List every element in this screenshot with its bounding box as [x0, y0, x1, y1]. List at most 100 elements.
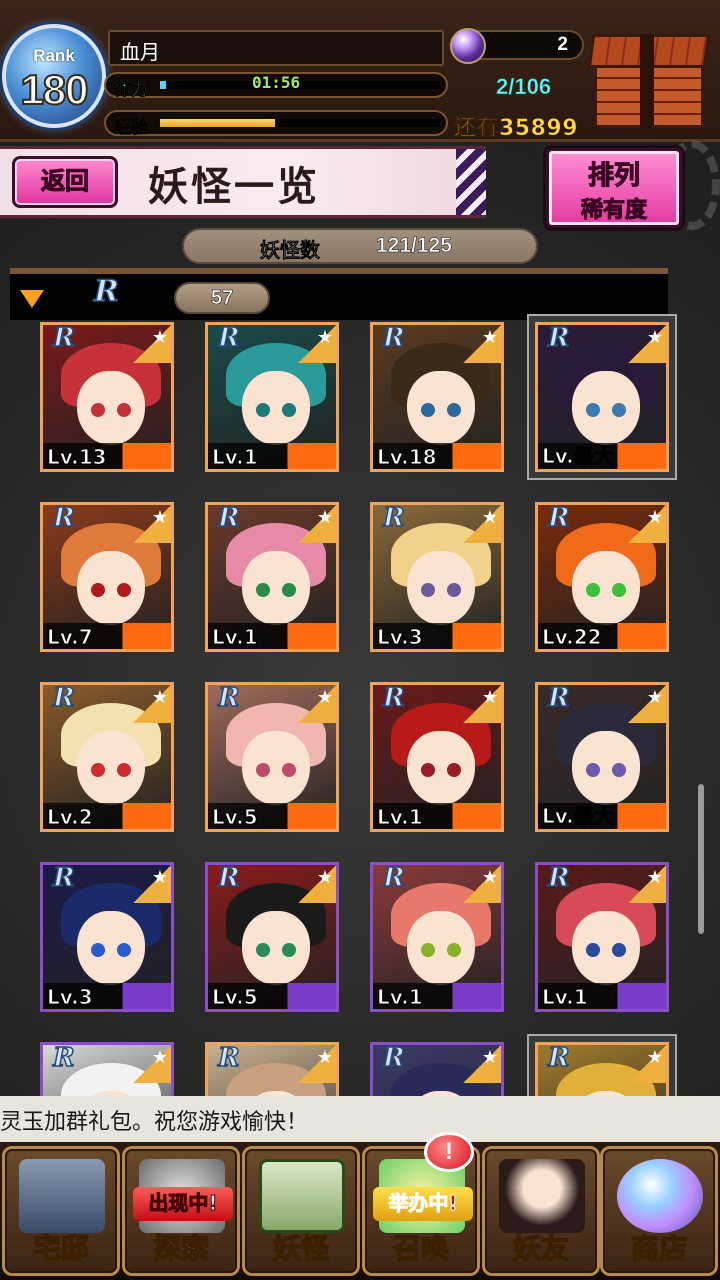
yokai-card[interactable]: ★ R Lv.3 [370, 502, 504, 652]
card-level: Lv.5 [212, 985, 259, 1010]
portrait-eye [421, 763, 435, 777]
ticker-text: 灵玉加群礼包。祝您游戏愉快！ [0, 1110, 309, 1135]
yokai-card[interactable]: ★ R Lv.22 [535, 502, 669, 652]
back-button[interactable]: 返回 [12, 156, 118, 208]
title-stripe [456, 149, 486, 215]
card-level: Lv.最大 [542, 804, 615, 829]
star-icon: ★ [151, 687, 168, 708]
yokai-capacity: 2/106 [496, 74, 552, 100]
yokai-card[interactable]: ★ R Lv.1 [535, 862, 669, 1012]
bottom-nav: 宅邸 出现中! 探索 妖怪 举办中! 召唤 妖友 商店 [0, 1142, 720, 1280]
treasure-chest-icon[interactable] [587, 34, 711, 128]
nav-label: 妖友 [512, 1231, 570, 1266]
friend-avatar-icon [499, 1159, 585, 1233]
card-level: Lv.22 [542, 625, 603, 650]
rarity-r-icon: R [382, 1043, 405, 1074]
stamina-timer: 01:56 [252, 73, 301, 92]
star-icon: ★ [481, 867, 498, 888]
portrait-face [242, 731, 310, 805]
portrait-face [242, 551, 310, 625]
rarity-r-icon: R [547, 323, 570, 354]
portrait-eye [91, 763, 105, 777]
exp-fill [160, 119, 275, 127]
nav-yokai[interactable]: 妖怪 [242, 1146, 360, 1276]
card-level: Lv.13 [47, 445, 108, 470]
rarity-r-icon: R [547, 1043, 570, 1074]
portrait-eye [117, 943, 131, 957]
card-level: Lv.7 [47, 625, 94, 650]
crystal-orb-icon [617, 1159, 703, 1233]
yokai-card[interactable]: ★ R Lv.1 [205, 322, 339, 472]
portrait-eye [421, 403, 435, 417]
mansion-icon [19, 1159, 105, 1233]
portrait-face [407, 371, 475, 445]
yokai-card[interactable]: ★ R Lv.2 [40, 682, 174, 832]
rarity-r-icon: R [217, 683, 240, 714]
star-icon: ★ [151, 867, 168, 888]
remaining-exp: 还有35899 [454, 116, 579, 142]
star-icon: ★ [481, 327, 498, 348]
yokai-card[interactable]: ★ R Lv.1 [370, 682, 504, 832]
star-icon: ★ [646, 687, 663, 708]
rarity-group-header[interactable]: R 57 [10, 268, 668, 320]
portrait-eye [612, 403, 626, 417]
nav-label: 召唤 [392, 1231, 450, 1266]
scrollbar[interactable] [698, 784, 704, 934]
star-icon: ★ [316, 687, 333, 708]
rank-badge[interactable]: Rank 180 [2, 24, 106, 128]
card-level: Lv.最大 [542, 444, 615, 469]
yokai-card[interactable]: ★ R Lv.5 [205, 862, 339, 1012]
stamina-bar: 体力 01:56 [104, 72, 448, 100]
portrait-face [77, 731, 145, 805]
nav-label: 妖怪 [272, 1231, 330, 1266]
portrait-eye [282, 943, 296, 957]
yokai-scroll-icon [259, 1159, 345, 1233]
star-icon: ★ [481, 687, 498, 708]
portrait-eye [117, 763, 131, 777]
yokai-count-pill: 妖怪数 121/125 [182, 228, 538, 264]
yokai-card[interactable]: ★ R Lv.5 [205, 682, 339, 832]
portrait-eye [91, 943, 105, 957]
orb-count: 2 [557, 34, 568, 55]
yokai-card[interactable]: ★ R Lv.1 [205, 502, 339, 652]
star-icon: ★ [646, 327, 663, 348]
nav-shop[interactable]: 商店 [600, 1146, 718, 1276]
yokai-card[interactable]: ★ R Lv.7 [40, 502, 174, 652]
portrait-eye [91, 403, 105, 417]
portrait-face [572, 731, 640, 805]
portrait-face [572, 371, 640, 445]
stamina-fill [160, 81, 166, 89]
portrait-eye [256, 763, 270, 777]
yokai-card[interactable]: ★ R Lv.最大 [535, 322, 669, 472]
yokai-card[interactable]: ★ R Lv.13 [40, 322, 174, 472]
player-name: 血月 [108, 30, 444, 66]
rarity-r-icon: R [52, 863, 75, 894]
group-count: 57 [174, 282, 270, 314]
page-title: 妖怪一览 [148, 163, 320, 210]
yokai-card[interactable]: ★ R Lv.3 [40, 862, 174, 1012]
yokai-card[interactable]: ★ R Lv.18 [370, 322, 504, 472]
portrait-eye [256, 943, 270, 957]
portrait-face [242, 911, 310, 985]
yokai-card[interactable]: ★ R Lv.最大 [535, 682, 669, 832]
portrait-eye [421, 583, 435, 597]
nav-mansion[interactable]: 宅邸 [2, 1146, 120, 1276]
portrait-eye [282, 583, 296, 597]
portrait-face [407, 551, 475, 625]
rarity-r-icon: R [217, 503, 240, 534]
card-level: Lv.1 [212, 445, 259, 470]
portrait-face [572, 911, 640, 985]
sort-button[interactable]: 排列 稀有度 [546, 148, 682, 228]
spirit-orb-icon [450, 28, 486, 64]
sort-label: 排列 [587, 161, 640, 192]
yokai-count-value: 121/125 [376, 234, 452, 258]
spirit-orb-counter[interactable]: 2 [450, 28, 584, 64]
portrait-eye [282, 763, 296, 777]
yokai-card[interactable]: ★ R Lv.1 [370, 862, 504, 1012]
nav-friends[interactable]: 妖友 [482, 1146, 600, 1276]
card-level: Lv.5 [212, 805, 259, 830]
nav-explore[interactable]: 出现中! 探索 [122, 1146, 240, 1276]
star-icon: ★ [316, 507, 333, 528]
star-icon: ★ [481, 507, 498, 528]
portrait-eye [117, 583, 131, 597]
